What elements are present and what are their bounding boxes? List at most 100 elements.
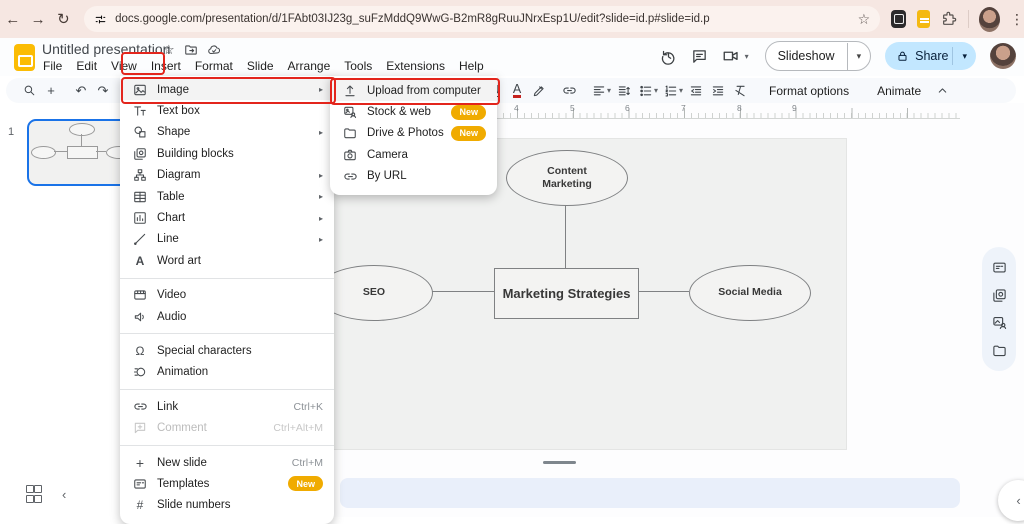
connector-top[interactable] (565, 203, 566, 268)
format-options-button[interactable]: Format options (759, 84, 859, 98)
speaker-notes-area[interactable] (340, 478, 960, 508)
menu-item-line[interactable]: Line ▸ (120, 229, 334, 250)
menu-arrange[interactable]: Arrange (281, 57, 338, 75)
menu-item-label: Line (157, 233, 319, 245)
site-info-icon[interactable] (94, 13, 107, 26)
audio-icon (132, 309, 148, 325)
by-url-link-icon (342, 168, 358, 184)
menu-item-label: Link (157, 401, 294, 413)
increase-indent-icon[interactable] (707, 80, 729, 102)
meet-button[interactable]: ▾ (722, 47, 751, 65)
menu-divider (120, 445, 334, 446)
animate-button[interactable]: Animate (867, 84, 931, 98)
menu-help[interactable]: Help (452, 57, 491, 75)
clear-formatting-icon[interactable] (729, 80, 751, 102)
zoom-icon[interactable]: + (40, 80, 62, 102)
templates-panel-icon[interactable] (992, 260, 1007, 275)
menu-item-label: Building blocks (157, 148, 323, 160)
connector-right[interactable] (637, 291, 689, 292)
menu-extensions[interactable]: Extensions (379, 57, 452, 75)
menu-item-label: Text box (157, 105, 323, 117)
version-history-icon[interactable] (660, 48, 677, 65)
menu-item-table[interactable]: Table ▸ (120, 186, 334, 207)
stock-images-panel-icon[interactable] (992, 315, 1007, 330)
menu-tools[interactable]: Tools (337, 57, 379, 75)
browser-profile-avatar[interactable] (979, 7, 1000, 32)
annotation-box-insert-menu (121, 52, 165, 75)
collapse-filmstrip-icon[interactable]: ‹ (62, 487, 66, 502)
slides-logo[interactable] (14, 44, 35, 71)
share-caret-icon[interactable]: ▾ (953, 51, 976, 62)
share-label: Share (909, 49, 952, 63)
new-badge: New (451, 126, 486, 141)
share-button[interactable]: Share ▾ (885, 42, 976, 70)
extension-icon-docs[interactable] (917, 10, 930, 28)
menu-item-shape[interactable]: Shape ▸ (120, 122, 334, 143)
shape-marketing-strategies[interactable]: Marketing Strategies (494, 268, 639, 319)
line-spacing-icon[interactable] (613, 80, 635, 102)
shape-text: Social Media (718, 286, 782, 299)
grid-view-icon[interactable] (26, 485, 40, 503)
decrease-indent-icon[interactable] (685, 80, 707, 102)
menu-item-link[interactable]: Link Ctrl+K (120, 396, 334, 417)
ruler-tick-label: 8 (737, 103, 742, 113)
menu-item-video[interactable]: Video (120, 285, 334, 306)
extension-icon-dark[interactable] (891, 10, 906, 28)
slideshow-button[interactable]: Slideshow ▾ (765, 41, 872, 71)
menu-item-audio[interactable]: Audio (120, 306, 334, 327)
move-folder-icon[interactable] (184, 43, 198, 57)
align-caret-icon[interactable]: ▾ (607, 86, 611, 95)
cloud-status-icon[interactable] (207, 43, 221, 57)
comment-history-icon[interactable] (691, 48, 708, 65)
extensions-puzzle-icon[interactable] (941, 11, 957, 27)
submenu-item-drive-photos[interactable]: Drive & Photos New (330, 123, 497, 144)
building-blocks-panel-icon[interactable] (992, 288, 1007, 303)
slideshow-caret-icon[interactable]: ▾ (848, 51, 871, 62)
text-color-icon[interactable]: A (506, 80, 528, 102)
speaker-notes-drag-handle[interactable] (543, 461, 576, 464)
bulleted-list-caret-icon[interactable]: ▾ (654, 86, 658, 95)
submenu-item-label: Stock & web (367, 106, 451, 118)
insert-link-icon[interactable] (558, 80, 580, 102)
menu-item-animation[interactable]: Animation (120, 362, 334, 383)
collapse-toolbar-icon[interactable] (931, 80, 953, 102)
submenu-item-by-url[interactable]: By URL (330, 166, 497, 187)
reload-icon[interactable]: ↻ (51, 10, 76, 28)
address-bar[interactable]: docs.google.com/presentation/d/1FAbt03IJ… (84, 6, 880, 32)
numbered-list-caret-icon[interactable]: ▾ (679, 86, 683, 95)
browser-menu-icon[interactable]: ⋮ (1010, 11, 1024, 28)
shape-social-media[interactable]: Social Media (689, 265, 811, 321)
menu-divider (120, 278, 334, 279)
menu-item-diagram[interactable]: Diagram ▸ (120, 165, 334, 186)
menu-edit[interactable]: Edit (69, 57, 104, 75)
undo-icon[interactable]: ↶ (70, 80, 92, 102)
shape-content-marketing[interactable]: Content Marketing (506, 150, 628, 206)
submenu-item-camera[interactable]: Camera (330, 144, 497, 165)
highlight-color-icon[interactable] (528, 80, 550, 102)
menu-item-chart[interactable]: Chart ▸ (120, 207, 334, 228)
menu-item-word-art[interactable]: A Word art (120, 250, 334, 271)
menu-item-slide-numbers[interactable]: # Slide numbers (120, 495, 334, 516)
menu-item-special-characters[interactable]: Ω Special characters (120, 340, 334, 361)
menu-file[interactable]: File (36, 57, 69, 75)
account-avatar[interactable] (990, 43, 1016, 69)
menu-item-label: Templates (157, 478, 288, 490)
menu-item-new-slide[interactable]: + New slide Ctrl+M (120, 452, 334, 473)
menu-slide[interactable]: Slide (240, 57, 281, 75)
menu-divider (120, 333, 334, 334)
menu-format[interactable]: Format (188, 57, 240, 75)
bookmark-star-icon[interactable]: ☆ (858, 11, 871, 28)
back-icon[interactable]: ← (0, 11, 25, 28)
menu-item-label: Animation (157, 366, 323, 378)
redo-icon[interactable]: ↷ (92, 80, 114, 102)
caret-down-icon[interactable]: ▾ (745, 52, 749, 61)
animation-icon (132, 364, 148, 380)
url-text[interactable]: docs.google.com/presentation/d/1FAbt03IJ… (115, 13, 849, 25)
menu-item-templates[interactable]: Templates New (120, 473, 334, 494)
connector-left[interactable] (431, 291, 494, 292)
forward-icon[interactable]: → (25, 11, 50, 28)
menu-item-building-blocks[interactable]: Building blocks (120, 143, 334, 164)
search-menus-icon[interactable] (18, 80, 40, 102)
drive-folder-panel-icon[interactable] (992, 343, 1007, 358)
new-badge: New (451, 105, 486, 120)
